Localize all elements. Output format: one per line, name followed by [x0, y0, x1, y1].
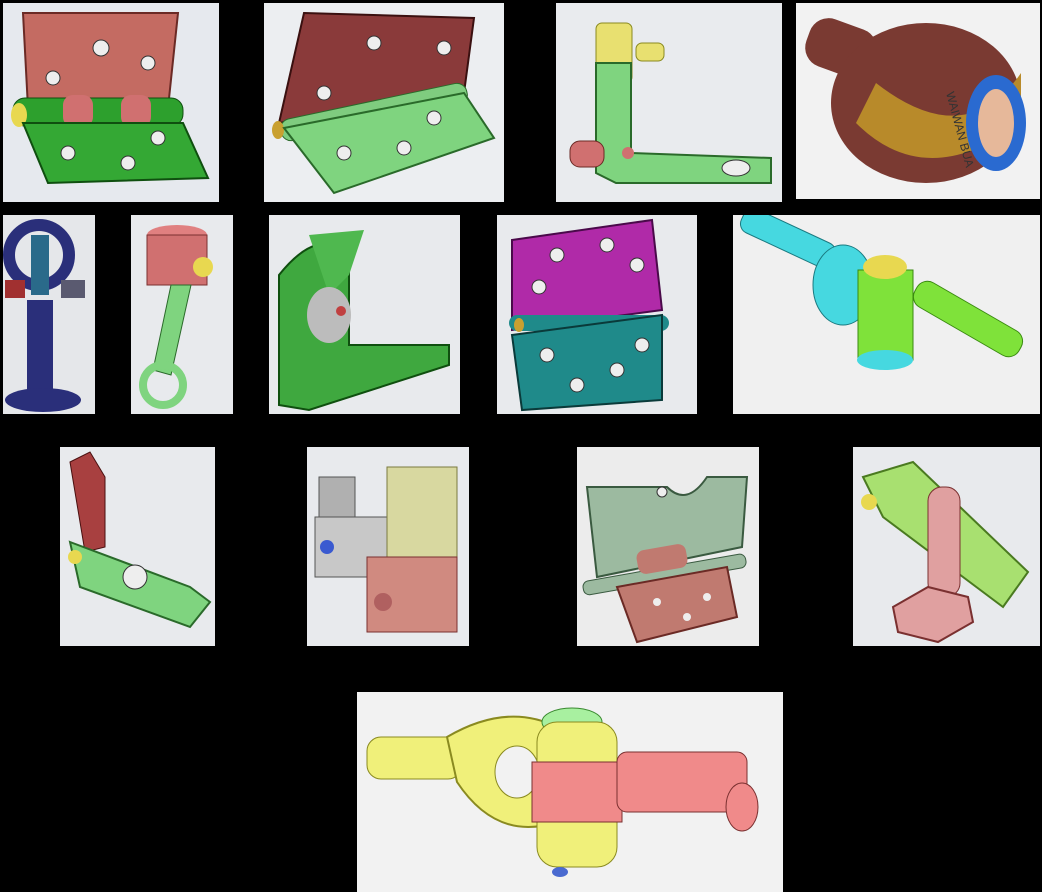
- hinge-icon: [582, 476, 749, 644]
- tile-cylinder-nozzle: WAIWAN BUA: [796, 3, 1040, 199]
- clamp-icon: [3, 219, 85, 412]
- hinge-icon: [272, 11, 496, 195]
- wheel-bracket-icon: [278, 230, 450, 412]
- bracket-icon: [569, 22, 772, 184]
- tile-door-hinge: [497, 215, 697, 414]
- hinge-icon: [509, 218, 669, 412]
- tile-wheel-bracket: [269, 215, 460, 414]
- tile-piston-rod: [131, 215, 233, 414]
- fork-icon: [861, 460, 1030, 644]
- tile-universal-joint-yellow: [357, 692, 783, 892]
- tile-bent-bracket: [556, 3, 782, 202]
- valve-icon: [314, 466, 458, 633]
- tile-hinge-2: [264, 3, 504, 202]
- tile-universal-joint-blue: [733, 215, 1040, 414]
- tile-solenoid-valve: [307, 447, 469, 646]
- piston-icon: [139, 225, 213, 409]
- tile-clamp-stand: [3, 215, 95, 414]
- tile-flat-hinge: [577, 447, 759, 646]
- tile-hinge-1: [3, 3, 219, 202]
- cylinder-icon: WAIWAN BUA: [805, 18, 1026, 183]
- tile-lever-block: [60, 447, 215, 646]
- tile-fork-bolt: [853, 447, 1040, 646]
- lever-icon: [68, 451, 212, 629]
- hinge-icon: [11, 12, 210, 185]
- joint-icon: [366, 707, 759, 877]
- joint-icon: [739, 215, 1024, 370]
